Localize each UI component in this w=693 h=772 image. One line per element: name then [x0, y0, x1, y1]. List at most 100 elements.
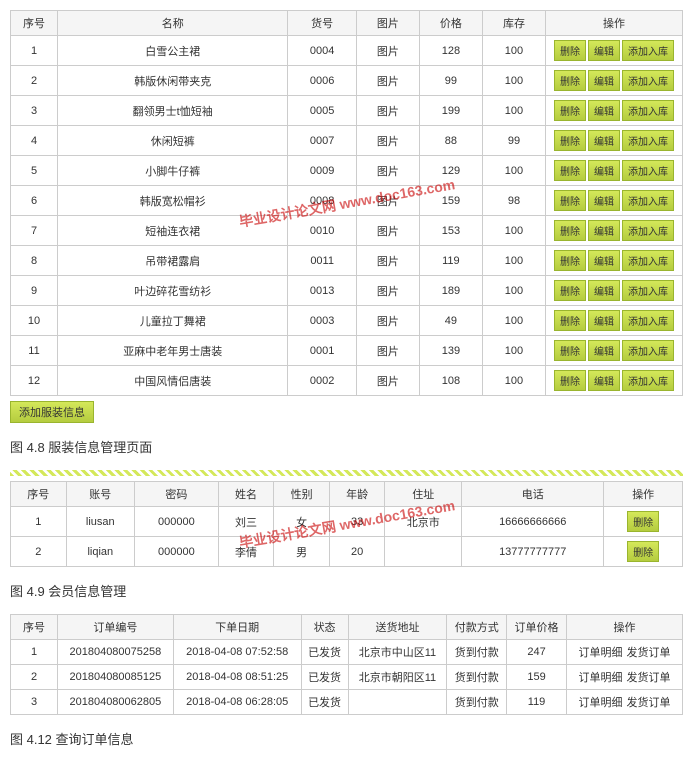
table-row: 1liusan000000刘三女33北京市16666666666删除 — [11, 507, 683, 537]
add-button[interactable]: 添加入库 — [622, 280, 674, 301]
cell: 北京市朝阳区11 — [348, 665, 447, 690]
cell: 10 — [11, 306, 58, 336]
del-button[interactable]: 删除 — [554, 100, 586, 121]
del-button[interactable]: 删除 — [554, 130, 586, 151]
cell: 159 — [419, 186, 482, 216]
del-button[interactable]: 删除 — [554, 220, 586, 241]
cell: 叶边碎花雪纺衫 — [58, 276, 288, 306]
cell: 201804080085125 — [58, 665, 174, 690]
del-button[interactable]: 删除 — [554, 310, 586, 331]
ship-order-link[interactable]: 发货订单 — [626, 672, 670, 684]
edit-button[interactable]: 编辑 — [588, 160, 620, 181]
add-button[interactable]: 添加入库 — [622, 220, 674, 241]
col-header: 货号 — [288, 11, 356, 36]
cell: 0013 — [288, 276, 356, 306]
ship-order-link[interactable]: 发货订单 — [626, 697, 670, 709]
del-button[interactable]: 删除 — [554, 40, 586, 61]
edit-button[interactable]: 编辑 — [588, 370, 620, 391]
ops-cell: 删除编辑添加入库 — [546, 216, 683, 246]
edit-button[interactable]: 编辑 — [588, 100, 620, 121]
edit-button[interactable]: 编辑 — [588, 70, 620, 91]
ship-order-link[interactable]: 发货订单 — [626, 647, 670, 659]
del-button[interactable]: 删除 — [554, 160, 586, 181]
cell: 99 — [482, 126, 545, 156]
cell: 白雪公主裙 — [58, 36, 288, 66]
add-button[interactable]: 添加入库 — [622, 130, 674, 151]
order-detail-link[interactable]: 订单明细 — [578, 697, 622, 709]
col-header: 图片 — [356, 11, 419, 36]
del-button[interactable]: 删除 — [554, 280, 586, 301]
col-header: 姓名 — [218, 482, 274, 507]
cell: 6 — [11, 186, 58, 216]
cell: 休闲短裤 — [58, 126, 288, 156]
cell: 2018-04-08 08:51:25 — [173, 665, 301, 690]
edit-button[interactable]: 编辑 — [588, 310, 620, 331]
ops-cell: 删除 — [604, 507, 683, 537]
cell: 男 — [274, 537, 330, 567]
edit-button[interactable]: 编辑 — [588, 190, 620, 211]
edit-button[interactable]: 编辑 — [588, 340, 620, 361]
table-row: 8吊带裙露肩0011图片119100删除编辑添加入库 — [11, 246, 683, 276]
cell: 153 — [419, 216, 482, 246]
ops-cell: 删除编辑添加入库 — [546, 96, 683, 126]
cell: 图片 — [356, 306, 419, 336]
cell: 0004 — [288, 36, 356, 66]
del-button[interactable]: 删除 — [554, 190, 586, 211]
del-button[interactable]: 删除 — [554, 370, 586, 391]
del-button[interactable]: 删除 — [554, 250, 586, 271]
cell: 33 — [329, 507, 385, 537]
cell: 108 — [419, 366, 482, 396]
col-header: 住址 — [385, 482, 462, 507]
del-button[interactable]: 删除 — [554, 70, 586, 91]
add-button[interactable]: 添加入库 — [622, 310, 674, 331]
add-button[interactable]: 添加入库 — [622, 370, 674, 391]
add-button[interactable]: 添加入库 — [622, 340, 674, 361]
cell: 100 — [482, 336, 545, 366]
table-row: 2liqian000000李倩男2013777777777删除 — [11, 537, 683, 567]
edit-button[interactable]: 编辑 — [588, 280, 620, 301]
cell: 100 — [482, 306, 545, 336]
ops-cell: 删除编辑添加入库 — [546, 336, 683, 366]
cell: 4 — [11, 126, 58, 156]
add-button[interactable]: 添加入库 — [622, 40, 674, 61]
table-row: 7短袖连衣裙0010图片153100删除编辑添加入库 — [11, 216, 683, 246]
cell: 12 — [11, 366, 58, 396]
add-button[interactable]: 添加入库 — [622, 100, 674, 121]
cell: 1 — [11, 36, 58, 66]
cell: 000000 — [135, 507, 219, 537]
cell: 000000 — [135, 537, 219, 567]
cell: 韩版宽松帽衫 — [58, 186, 288, 216]
cell: 139 — [419, 336, 482, 366]
delete-button[interactable]: 删除 — [627, 511, 659, 532]
cell: 119 — [507, 690, 567, 715]
ops-cell: 删除编辑添加入库 — [546, 156, 683, 186]
cell: 98 — [482, 186, 545, 216]
edit-button[interactable]: 编辑 — [588, 40, 620, 61]
delete-button[interactable]: 删除 — [627, 541, 659, 562]
cell: 北京市 — [385, 507, 462, 537]
table-row: 9叶边碎花雪纺衫0013图片189100删除编辑添加入库 — [11, 276, 683, 306]
add-clothes-button[interactable]: 添加服装信息 — [10, 401, 94, 423]
caption-48: 图 4.8 服装信息管理页面 — [10, 437, 683, 456]
cell: 0009 — [288, 156, 356, 186]
edit-button[interactable]: 编辑 — [588, 130, 620, 151]
order-detail-link[interactable]: 订单明细 — [578, 647, 622, 659]
table-row: 22018040800851252018-04-08 08:51:25已发货北京… — [11, 665, 683, 690]
cell: 99 — [419, 66, 482, 96]
add-button[interactable]: 添加入库 — [622, 70, 674, 91]
cell: 图片 — [356, 246, 419, 276]
add-button[interactable]: 添加入库 — [622, 190, 674, 211]
edit-button[interactable]: 编辑 — [588, 250, 620, 271]
ops-cell: 删除编辑添加入库 — [546, 36, 683, 66]
cell: 图片 — [356, 366, 419, 396]
order-detail-link[interactable]: 订单明细 — [578, 672, 622, 684]
ops-cell: 删除编辑添加入库 — [546, 126, 683, 156]
add-button[interactable]: 添加入库 — [622, 160, 674, 181]
add-button[interactable]: 添加入库 — [622, 250, 674, 271]
member-table: 序号账号密码姓名性别年龄住址电话操作 1liusan000000刘三女33北京市… — [10, 481, 683, 567]
cell: 100 — [482, 216, 545, 246]
cell: 13777777777 — [462, 537, 604, 567]
table-row: 11亚麻中老年男士唐装0001图片139100删除编辑添加入库 — [11, 336, 683, 366]
del-button[interactable]: 删除 — [554, 340, 586, 361]
edit-button[interactable]: 编辑 — [588, 220, 620, 241]
